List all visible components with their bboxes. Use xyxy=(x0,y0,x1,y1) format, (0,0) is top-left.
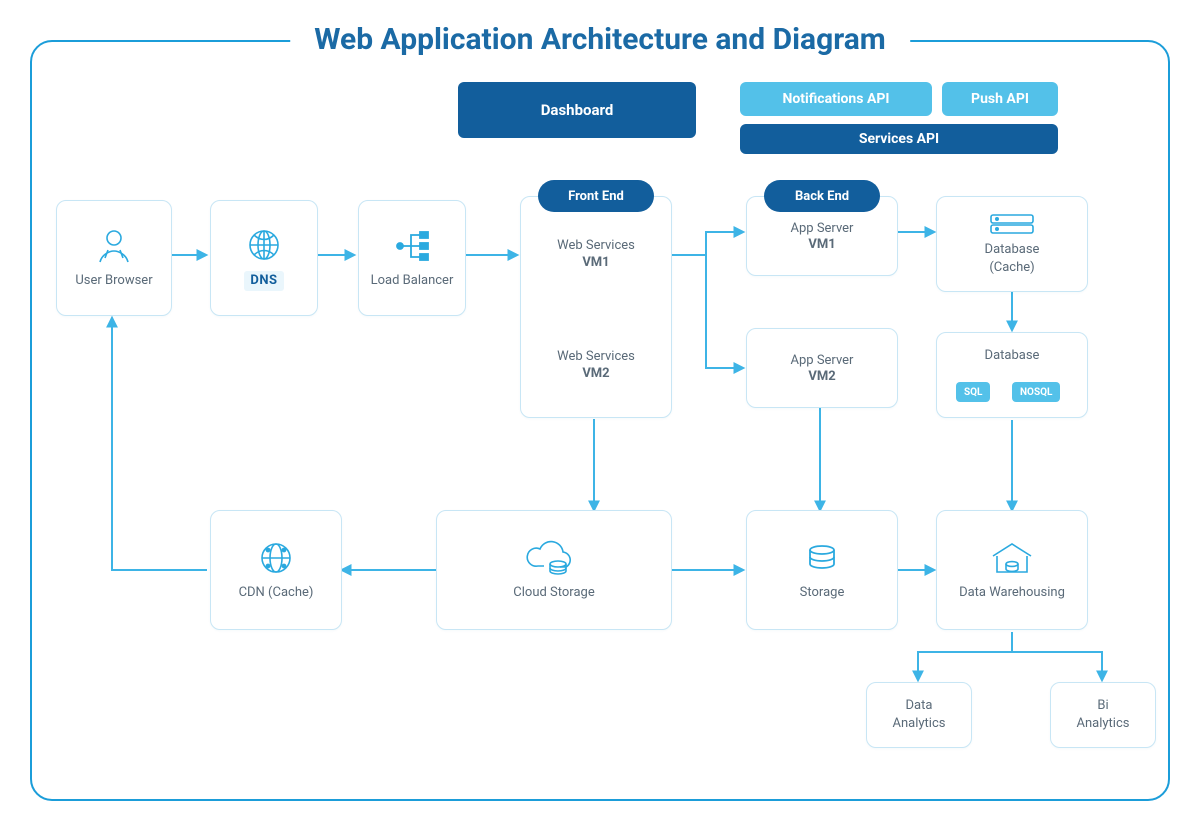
push-api-label: Push API xyxy=(971,91,1029,107)
web-services-1-vm: VM1 xyxy=(557,255,635,270)
web-services-2-vm: VM2 xyxy=(557,366,635,381)
back-end-badge: Back End xyxy=(764,180,880,212)
bi-analytics-node: Bi Analytics xyxy=(1050,682,1156,748)
load-balancer-node: Load Balancer xyxy=(358,200,466,316)
sql-chip-label: SQL xyxy=(964,387,982,398)
services-api-button: Services API xyxy=(740,124,1058,154)
dns-node: DNS xyxy=(210,200,318,316)
front-end-node: Web Services VM1 Web Services VM2 xyxy=(520,196,672,418)
storage-icon xyxy=(802,538,842,578)
app-server-2-label: App Server xyxy=(791,352,854,370)
cdn-globe-icon xyxy=(256,538,296,578)
app-server-1-vm: VM1 xyxy=(808,237,835,252)
cloud-storage-icon xyxy=(526,538,582,578)
data-analytics-node: Data Analytics xyxy=(866,682,972,748)
database-node: Database xyxy=(936,332,1088,418)
cloud-storage-node: Cloud Storage xyxy=(436,510,672,630)
dashboard-label: Dashboard xyxy=(541,101,614,119)
load-balancer-label: Load Balancer xyxy=(371,272,454,290)
web-services-1-label: Web Services xyxy=(557,237,635,255)
app-server-2-vm: VM2 xyxy=(808,369,835,384)
user-icon xyxy=(94,226,134,266)
storage-node: Storage xyxy=(746,510,898,630)
user-browser-node: User Browser xyxy=(56,200,172,316)
front-end-badge: Front End xyxy=(538,180,654,212)
data-warehousing-label: Data Warehousing xyxy=(959,584,1065,602)
sql-chip: SQL xyxy=(956,382,990,402)
database-cache-node: Database (Cache) xyxy=(936,196,1088,292)
cloud-storage-label: Cloud Storage xyxy=(513,584,594,602)
warehouse-icon xyxy=(989,538,1035,578)
app-server-2-node: App Server VM2 xyxy=(746,328,898,408)
database-label: Database xyxy=(985,347,1040,365)
notifications-api-label: Notifications API xyxy=(783,91,890,107)
database-cache-label: Database (Cache) xyxy=(985,241,1040,276)
diagram-title: Web Application Architecture and Diagram xyxy=(290,22,910,57)
data-warehousing-node: Data Warehousing xyxy=(936,510,1088,630)
diagram-frame xyxy=(30,40,1170,801)
user-browser-label: User Browser xyxy=(75,272,152,290)
bi-analytics-label: Bi Analytics xyxy=(1077,697,1130,732)
notifications-api-button: Notifications API xyxy=(740,82,932,116)
cdn-cache-node: CDN (Cache) xyxy=(210,510,342,630)
dns-label: DNS xyxy=(244,271,283,291)
web-services-2-label: Web Services xyxy=(557,348,635,366)
nosql-chip-label: NOSQL xyxy=(1020,387,1052,398)
app-server-1-label: App Server xyxy=(791,220,854,238)
services-api-label: Services API xyxy=(859,131,939,147)
data-analytics-label: Data Analytics xyxy=(893,697,946,732)
back-end-badge-label: Back End xyxy=(795,189,849,204)
nosql-chip: NOSQL xyxy=(1012,382,1060,402)
front-end-badge-label: Front End xyxy=(568,189,624,204)
push-api-button: Push API xyxy=(942,82,1058,116)
dashboard-button: Dashboard xyxy=(458,82,696,138)
storage-label: Storage xyxy=(800,584,845,602)
globe-icon xyxy=(244,225,284,265)
cdn-cache-label: CDN (Cache) xyxy=(239,584,314,602)
load-balancer-icon xyxy=(392,226,432,266)
database-cache-icon xyxy=(989,211,1035,237)
